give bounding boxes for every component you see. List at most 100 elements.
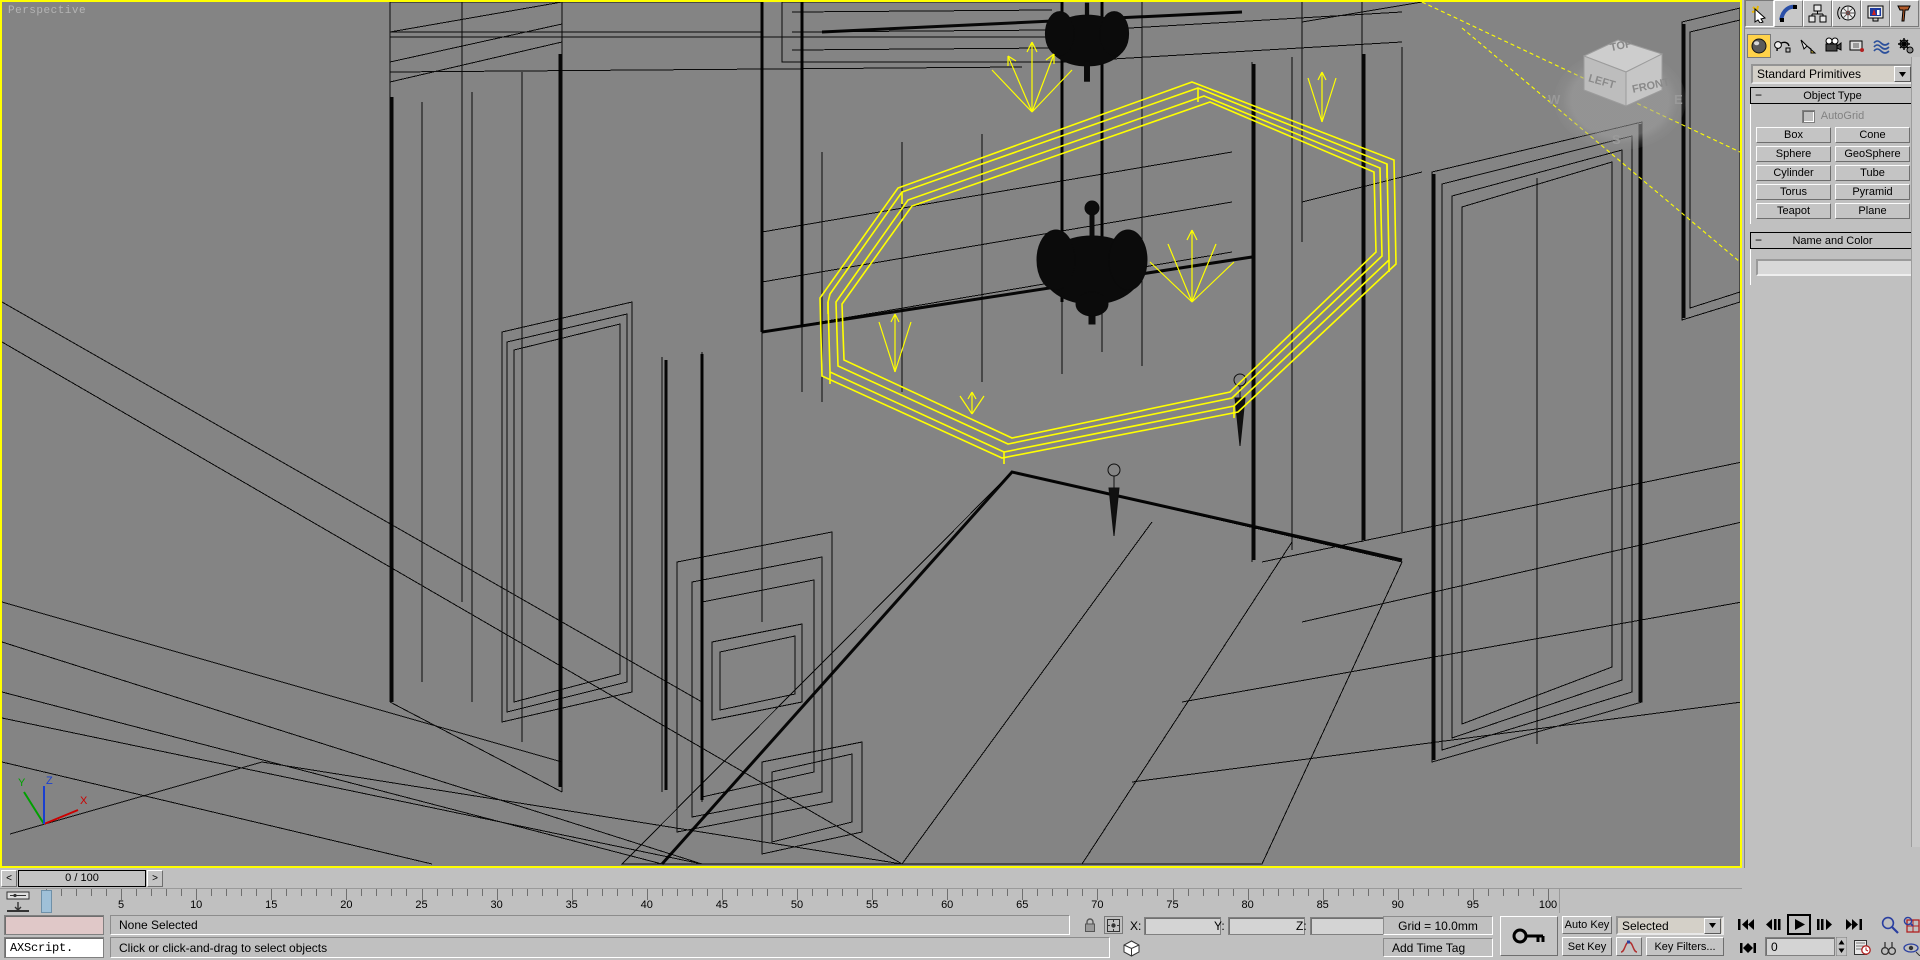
ruler-tick-minor bbox=[692, 889, 693, 896]
ruler-tick-minor bbox=[542, 889, 543, 896]
rollout-collapse-icon-2[interactable]: − bbox=[1755, 233, 1762, 247]
absolute-relative-toggle[interactable] bbox=[1104, 916, 1123, 934]
ruler-tick-minor bbox=[932, 889, 933, 896]
tab-modify[interactable] bbox=[1774, 0, 1803, 27]
perspective-viewport[interactable]: Perspective W N E S TOP LEFT FRONT X bbox=[0, 0, 1742, 868]
frame-spinner[interactable] bbox=[1836, 937, 1847, 956]
object-category-dropdown[interactable]: Standard Primitives bbox=[1751, 64, 1914, 84]
track-bar[interactable]: 0510152025303540455055606570758085909510… bbox=[0, 888, 1742, 914]
autogrid-checkbox[interactable] bbox=[1802, 110, 1815, 123]
tab-hierarchy[interactable] bbox=[1803, 0, 1832, 27]
grid-size-label: Grid = 10.0mm bbox=[1383, 916, 1493, 935]
ruler-tick-minor bbox=[452, 889, 453, 896]
key-selection-level-dropdown[interactable]: Selected bbox=[1616, 916, 1724, 935]
maxscript-entry-field[interactable]: AXScript. bbox=[4, 937, 104, 958]
compass-s-label[interactable]: S bbox=[1612, 132, 1621, 147]
tab-utilities[interactable] bbox=[1890, 0, 1919, 27]
create-teapot-button[interactable]: Teapot bbox=[1756, 203, 1831, 219]
subtab-systems[interactable] bbox=[1894, 34, 1918, 58]
create-cylinder-button[interactable]: Cylinder bbox=[1756, 165, 1831, 181]
command-panel-scrollbar[interactable] bbox=[1911, 57, 1920, 847]
tab-motion[interactable] bbox=[1832, 0, 1861, 27]
create-geosphere-button[interactable]: GeoSphere bbox=[1835, 146, 1910, 162]
compass-w-label[interactable]: W bbox=[1548, 92, 1560, 107]
create-cone-button[interactable]: Cone bbox=[1835, 127, 1910, 143]
mini-curve-editor-icon[interactable] bbox=[4, 891, 32, 912]
subtab-space-warps[interactable] bbox=[1870, 34, 1894, 58]
tab-display[interactable] bbox=[1861, 0, 1890, 27]
next-frame-arrow[interactable]: > bbox=[147, 870, 163, 887]
object-type-rollout-header[interactable]: − Object Type bbox=[1750, 87, 1915, 104]
time-slider-handle[interactable]: 0 / 100 bbox=[18, 870, 146, 887]
utilities-hammer-icon bbox=[1895, 4, 1914, 23]
autogrid-row[interactable]: AutoGrid bbox=[1753, 108, 1913, 124]
ruler-tick-minor bbox=[1233, 889, 1234, 896]
compass-e-label[interactable]: E bbox=[1674, 92, 1683, 107]
play-animation-button[interactable] bbox=[1787, 914, 1811, 935]
object-name-input[interactable] bbox=[1756, 259, 1920, 276]
next-frame-button[interactable] bbox=[1814, 915, 1836, 934]
chevron-down-icon-2[interactable] bbox=[1704, 918, 1721, 934]
create-torus-button[interactable]: Torus bbox=[1756, 184, 1831, 200]
ruler-tick-minor bbox=[557, 889, 558, 896]
previous-frame-arrow[interactable]: < bbox=[1, 870, 17, 887]
viewcube[interactable]: W N E S TOP LEFT FRONT bbox=[1546, 14, 1696, 164]
name-and-color-rollout-header[interactable]: − Name and Color bbox=[1750, 232, 1915, 249]
ruler-tick-minor bbox=[1293, 889, 1294, 896]
ruler-tick-minor bbox=[437, 889, 438, 896]
key-mode-toggle-button[interactable] bbox=[1500, 916, 1558, 956]
auto-key-button[interactable]: Auto Key bbox=[1562, 916, 1612, 934]
current-frame-field[interactable]: 0 bbox=[1765, 937, 1835, 956]
lock-selection-button[interactable] bbox=[1081, 916, 1099, 934]
chevron-down-icon[interactable] bbox=[1894, 66, 1911, 82]
coord-x-group: X: bbox=[1130, 916, 1221, 935]
ruler-tick-minor bbox=[617, 889, 618, 896]
ruler-tick-minor bbox=[767, 889, 768, 896]
command-panel-subtabs bbox=[1745, 29, 1920, 60]
ruler-tick-minor bbox=[902, 889, 903, 896]
ruler-tick-minor bbox=[1518, 889, 1519, 896]
coord-x-input[interactable] bbox=[1144, 917, 1221, 935]
subtab-shapes[interactable] bbox=[1772, 34, 1796, 58]
ruler-tick-minor bbox=[1278, 889, 1279, 896]
subtab-lights[interactable] bbox=[1796, 34, 1820, 58]
time-slider-track[interactable] bbox=[164, 868, 1742, 888]
spacewarp-wave-icon bbox=[1873, 37, 1891, 55]
ruler-tick-minor bbox=[91, 889, 92, 896]
time-configuration-button[interactable] bbox=[1851, 938, 1873, 957]
create-pyramid-button[interactable]: Pyramid bbox=[1835, 184, 1910, 200]
go-to-start-button[interactable] bbox=[1735, 915, 1757, 934]
ruler-tick-label: 80 bbox=[1241, 899, 1253, 911]
ruler-tick-minor bbox=[361, 889, 362, 896]
viewport-label[interactable]: Perspective bbox=[8, 5, 86, 17]
ruler-tick-minor bbox=[376, 889, 377, 896]
orbit-button[interactable] bbox=[1899, 938, 1920, 958]
coord-z-input[interactable] bbox=[1310, 917, 1387, 935]
track-bar-playhead[interactable] bbox=[41, 890, 52, 913]
previous-frame-button[interactable] bbox=[1762, 915, 1784, 934]
create-plane-button[interactable]: Plane bbox=[1835, 203, 1910, 219]
ruler-tick-minor bbox=[406, 889, 407, 896]
ruler-tick-minor bbox=[256, 889, 257, 896]
create-tube-button[interactable]: Tube bbox=[1835, 165, 1910, 181]
track-bar-ruler[interactable]: 0510152025303540455055606570758085909510… bbox=[38, 889, 1556, 914]
coord-y-input[interactable] bbox=[1228, 917, 1305, 935]
set-key-button[interactable]: Set Key bbox=[1562, 937, 1612, 956]
key-mode-button[interactable] bbox=[1737, 938, 1759, 957]
snaps-toggle-button[interactable] bbox=[1120, 938, 1142, 958]
add-time-tag-button[interactable]: Add Time Tag bbox=[1383, 938, 1493, 957]
key-filters-button[interactable]: Key Filters... bbox=[1646, 937, 1724, 956]
go-to-end-button[interactable] bbox=[1843, 915, 1865, 934]
create-sphere-button[interactable]: Sphere bbox=[1756, 146, 1831, 162]
subtab-cameras[interactable] bbox=[1821, 34, 1845, 58]
subtab-helpers[interactable] bbox=[1845, 34, 1869, 58]
set-key-curve-button[interactable] bbox=[1616, 937, 1642, 956]
tab-create[interactable] bbox=[1745, 0, 1774, 27]
zoom-all-button[interactable] bbox=[1899, 915, 1920, 935]
lights-icon bbox=[1799, 37, 1817, 55]
create-box-button[interactable]: Box bbox=[1756, 127, 1831, 143]
maxscript-mini-listener[interactable] bbox=[4, 915, 104, 935]
ruler-tick-minor bbox=[992, 889, 993, 896]
subtab-geometry[interactable] bbox=[1747, 34, 1771, 58]
rollout-collapse-icon[interactable]: − bbox=[1755, 88, 1762, 102]
